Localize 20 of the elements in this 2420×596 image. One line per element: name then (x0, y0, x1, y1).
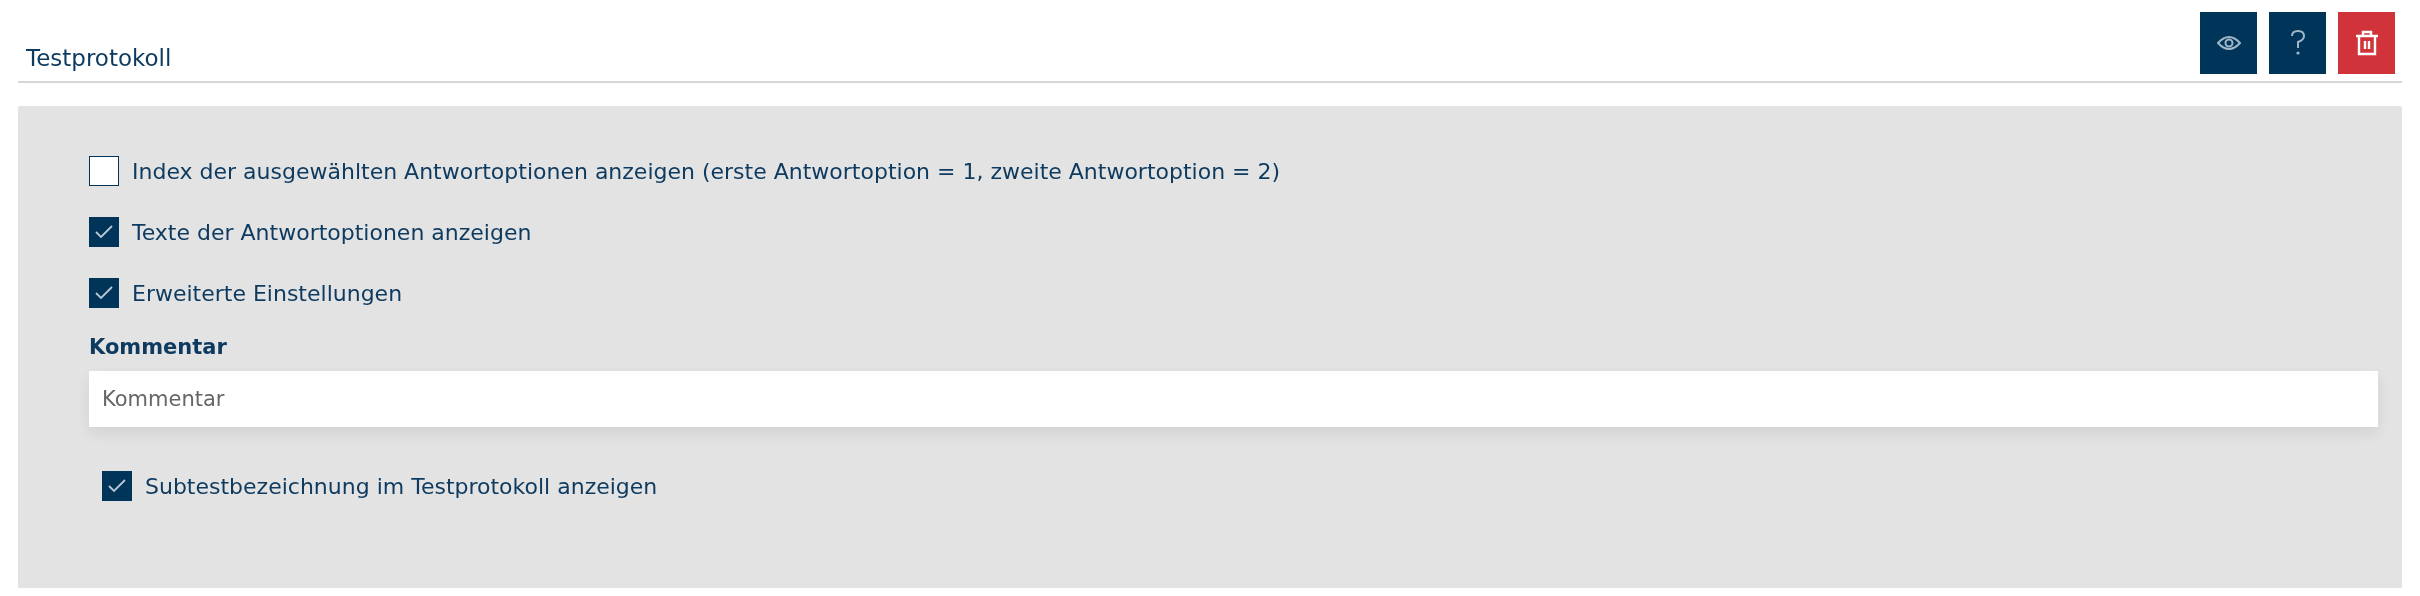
checkbox[interactable] (102, 471, 132, 501)
checkbox-label: Erweiterte Einstellungen (132, 280, 403, 306)
trash-icon (2354, 30, 2379, 56)
check-icon (94, 224, 114, 240)
checkbox[interactable] (89, 156, 119, 186)
section-title: Testprotokoll (26, 45, 172, 71)
checkbox-label: Texte der Antwortoptionen anzeigen (132, 219, 532, 245)
checkbox-label: Index der ausgewählten Antwortoptionen anzeigen (erste Antwortoption = 1, zweite Antwortoption = 2) (132, 158, 1281, 184)
check-icon (94, 285, 114, 301)
delete-button[interactable] (2338, 12, 2395, 74)
checkbox[interactable] (89, 278, 119, 308)
checkbox[interactable] (89, 217, 119, 247)
preview-button[interactable] (2200, 12, 2257, 74)
comment-field[interactable]: Kommentar (89, 371, 2378, 427)
checkbox-label: Subtestbezeichnung im Testprotokoll anzeigen (145, 473, 658, 499)
help-button[interactable] (2269, 12, 2326, 74)
eye-icon (2216, 35, 2241, 51)
help-icon (2289, 30, 2306, 56)
check-icon (107, 478, 127, 494)
field-label: Kommentar (89, 335, 227, 359)
